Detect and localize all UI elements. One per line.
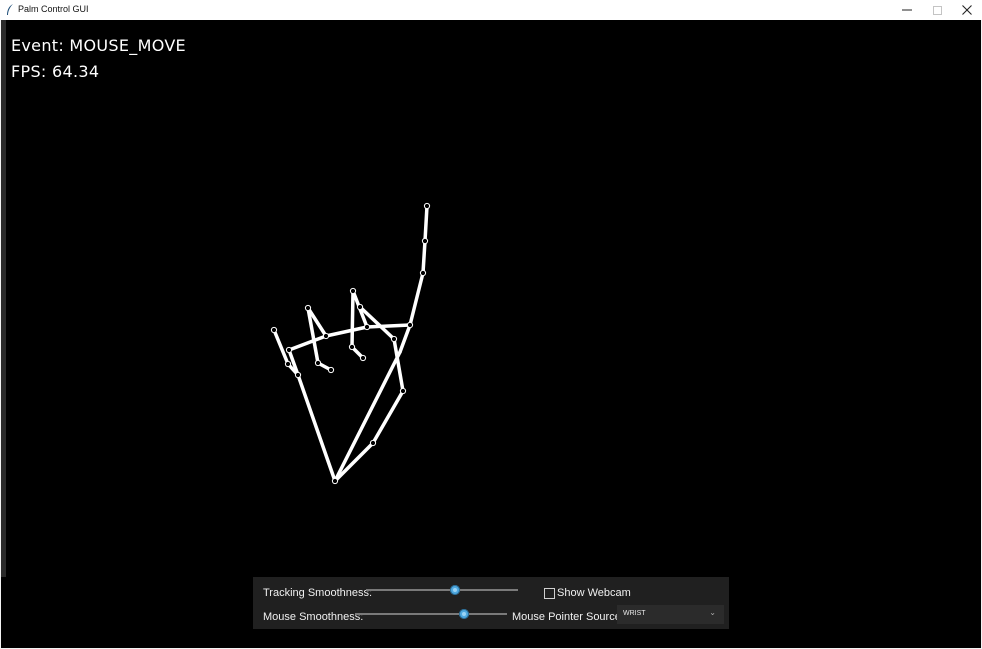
bone [423, 204, 429, 243]
bone [365, 323, 412, 329]
joint [349, 287, 357, 295]
joint [419, 269, 427, 277]
tracking-smoothness-slider[interactable] [366, 583, 518, 597]
hand-bones [272, 204, 429, 483]
joint [421, 237, 429, 245]
bone [398, 323, 412, 354]
joint [314, 359, 322, 367]
joint [284, 360, 292, 368]
mouse-smoothness-label: Mouse Smoothness: [263, 611, 364, 623]
slider-track [355, 613, 507, 615]
bone [333, 441, 375, 483]
joint [285, 346, 293, 354]
slider-thumb[interactable] [450, 585, 460, 595]
joint [270, 326, 278, 334]
bone [324, 325, 369, 338]
joint [369, 439, 377, 447]
joint [399, 387, 407, 395]
joint [423, 202, 431, 210]
mouse-pointer-source-dropdown[interactable]: WRIST ⌄ [617, 605, 724, 624]
joint [356, 303, 364, 311]
joint [294, 371, 302, 379]
joint [359, 354, 367, 362]
chevron-down-icon: ⌄ [709, 608, 716, 617]
joint [331, 477, 339, 485]
mouse-pointer-source-label: Mouse Pointer Source: [512, 611, 624, 623]
slider-thumb[interactable] [459, 609, 469, 619]
bone [350, 289, 355, 349]
joint [327, 366, 335, 374]
dropdown-value: WRIST [623, 610, 646, 617]
show-webcam-label: Show Webcam [557, 587, 631, 599]
show-webcam-checkbox[interactable] [544, 588, 555, 599]
bone [296, 373, 337, 483]
bone [272, 328, 290, 366]
slider-track [366, 589, 518, 591]
bone [287, 334, 328, 352]
joint [348, 343, 356, 351]
joint [363, 323, 371, 331]
control-panel: Tracking Smoothness: Show Webcam Mouse S… [253, 577, 729, 629]
joint [406, 321, 414, 329]
tracking-smoothness-label: Tracking Smoothness: [263, 587, 373, 599]
joint [390, 335, 398, 343]
mouse-smoothness-slider[interactable] [355, 607, 507, 621]
bone [421, 239, 427, 275]
joint [322, 332, 330, 340]
joint [304, 304, 312, 312]
bone [408, 271, 425, 327]
hand-skeleton [270, 202, 431, 485]
